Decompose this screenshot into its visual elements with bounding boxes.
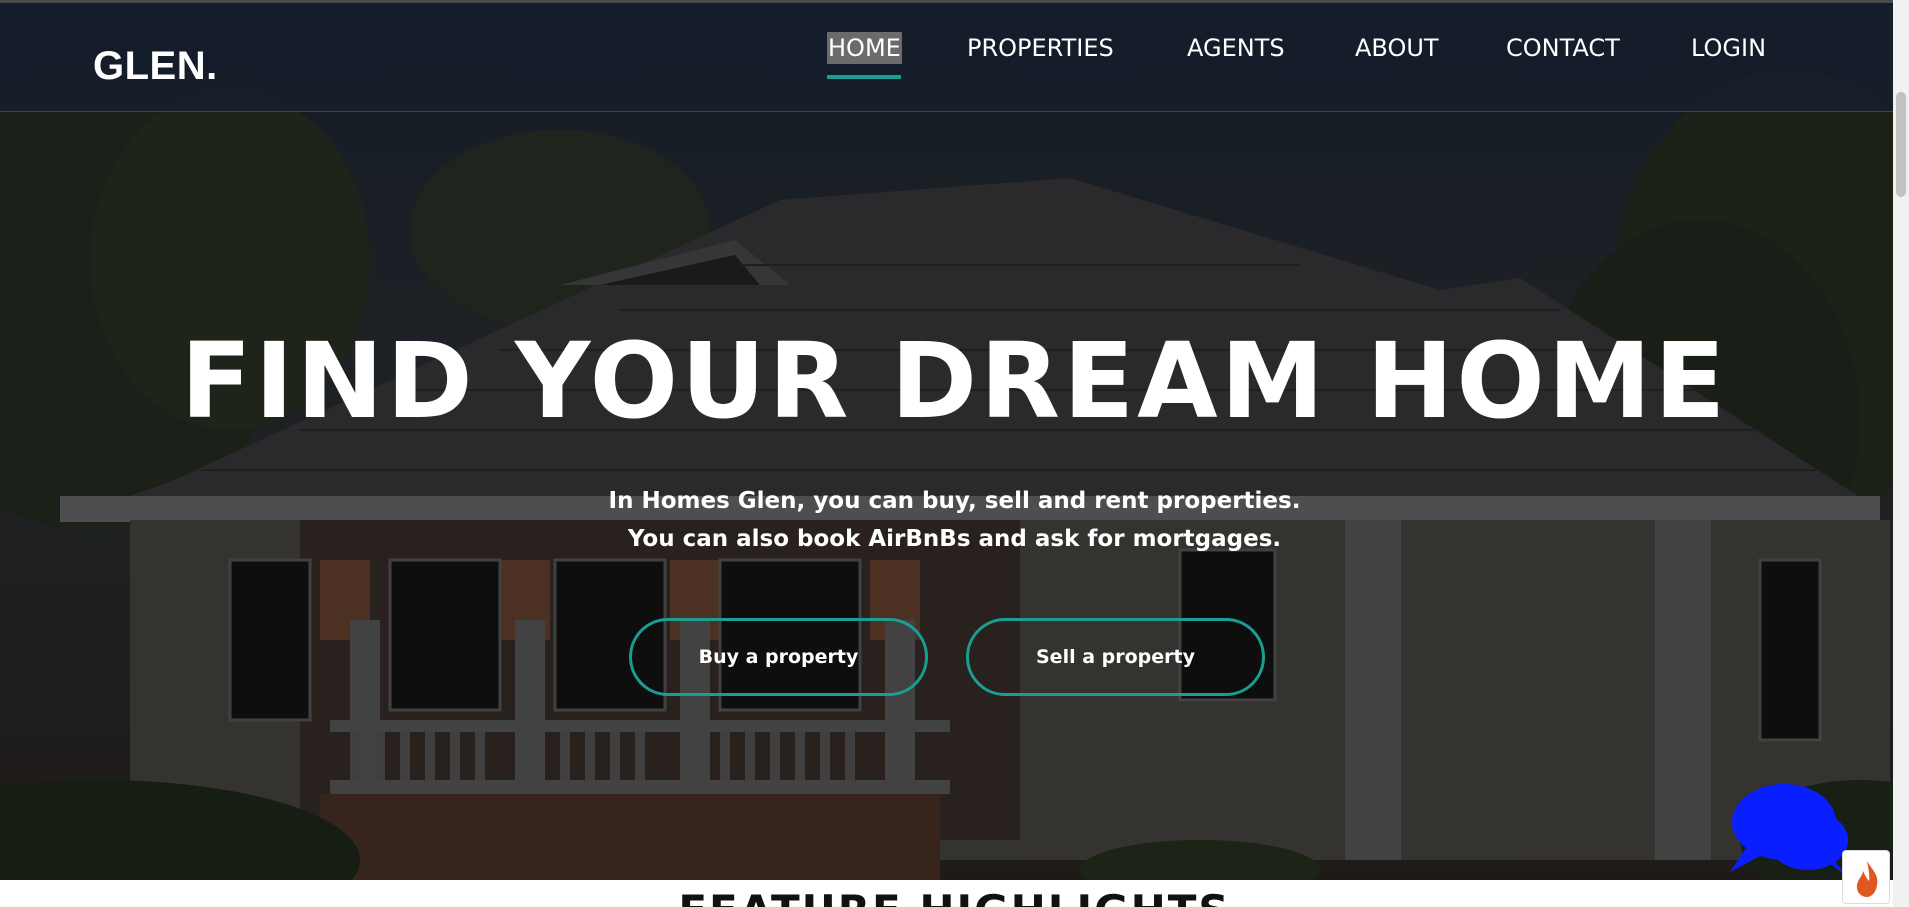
hero-subtitle-line-1: In Homes Glen, you can buy, sell and ren…: [608, 488, 1301, 514]
sell-property-button[interactable]: Sell a property: [966, 618, 1265, 696]
vertical-scrollbar-thumb[interactable]: [1896, 92, 1906, 197]
nav-item-contact[interactable]: CONTACT: [1506, 32, 1620, 64]
nav-item-home[interactable]: HOME: [827, 32, 902, 64]
feature-highlights-section: FEATURE HIGHLIGHTS: [0, 880, 1909, 907]
nav-item-about[interactable]: ABOUT: [1355, 32, 1439, 64]
hero-subtitle-line-2: You can also book AirBnBs and ask for mo…: [627, 526, 1282, 552]
top-navbar: GLEN. HOME PROPERTIES AGENTS ABOUT CONTA…: [0, 3, 1909, 112]
nav-active-indicator: [827, 75, 901, 79]
hero-title: FIND YOUR DREAM HOME: [180, 320, 1729, 442]
fire-button[interactable]: [1842, 850, 1890, 904]
feature-highlights-heading: FEATURE HIGHLIGHTS: [678, 886, 1230, 907]
nav-item-properties[interactable]: PROPERTIES: [967, 32, 1114, 64]
fire-icon: [1856, 861, 1878, 897]
buy-property-button[interactable]: Buy a property: [629, 618, 928, 696]
brand-logo[interactable]: GLEN.: [93, 44, 218, 89]
nav-item-login[interactable]: LOGIN: [1691, 32, 1766, 64]
nav-item-agents[interactable]: AGENTS: [1187, 32, 1285, 64]
hero-section: FIND YOUR DREAM HOME In Homes Glen, you …: [0, 0, 1909, 880]
chat-bubbles-icon[interactable]: [1726, 782, 1852, 878]
